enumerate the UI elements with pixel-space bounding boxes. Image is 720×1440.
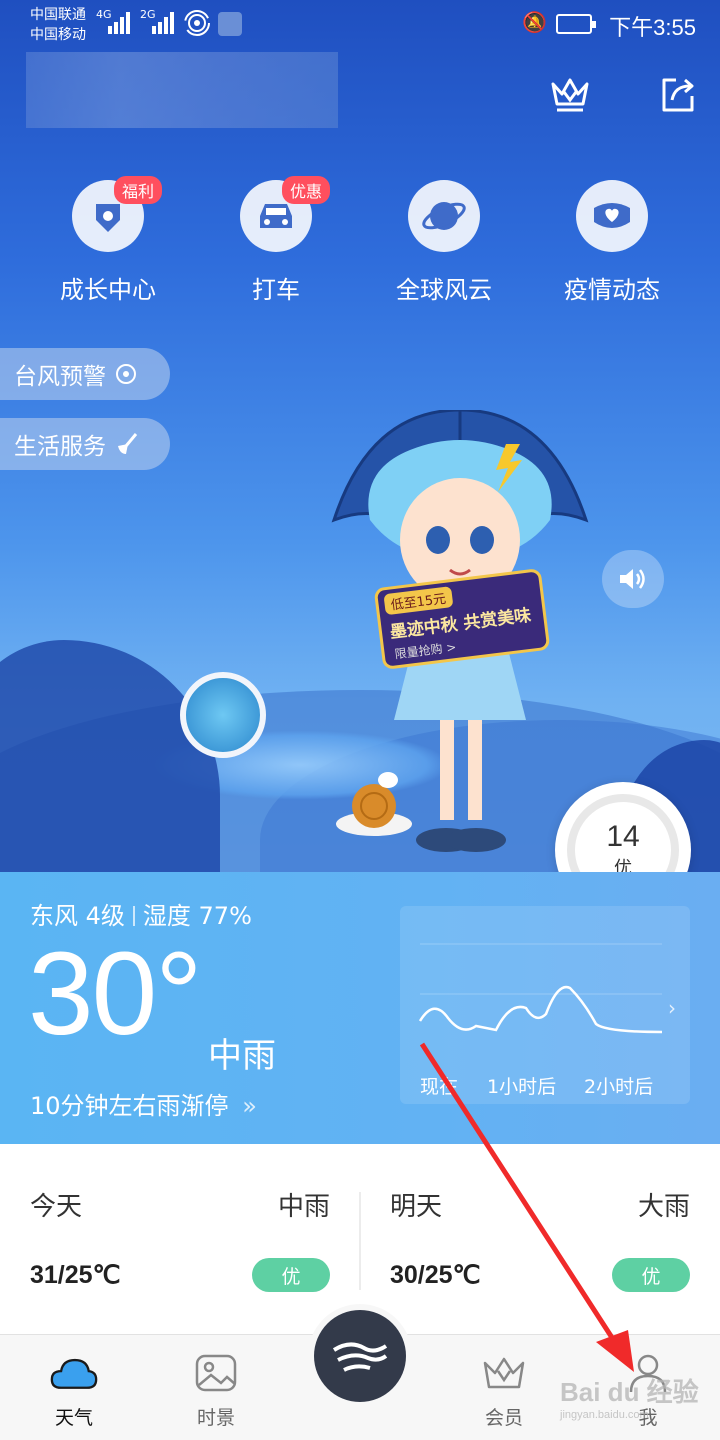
promo-badge: 福利 bbox=[114, 176, 163, 204]
promo-cta: 限量抢购 > bbox=[393, 639, 458, 662]
broom-icon bbox=[118, 433, 138, 454]
mute-icon: 🔕 bbox=[522, 10, 547, 34]
speaker-icon bbox=[620, 569, 645, 589]
signal-icon bbox=[152, 12, 174, 34]
forecast-condition: 大雨 bbox=[637, 1192, 690, 1222]
rain-curve bbox=[418, 943, 663, 1034]
feature-label: 打车 bbox=[252, 276, 300, 304]
time-label: 2小时后 bbox=[584, 1076, 654, 1098]
tab-weather[interactable]: 天气 bbox=[24, 1349, 124, 1430]
share-icon[interactable] bbox=[656, 72, 700, 116]
status-bar: 中国联通 中国移动 4G 2G 🔕 下午3:55 bbox=[0, 0, 720, 50]
hotspot-icon bbox=[184, 10, 210, 36]
typhoon-warning-pill[interactable]: 台风预警 bbox=[0, 348, 170, 400]
forecast-tomorrow[interactable]: 明天 大雨 30/25℃ 优 bbox=[360, 1146, 720, 1332]
current-temperature: 30° bbox=[28, 928, 202, 1060]
chevron-right-icon: › bbox=[668, 996, 676, 1020]
clock: 下午3:55 bbox=[609, 15, 696, 40]
promo-badge: 优惠 bbox=[282, 176, 331, 204]
location-title-blurred[interactable] bbox=[26, 52, 338, 128]
fan-decoration bbox=[180, 672, 266, 758]
watermark-url: jingyan.baidu.com bbox=[560, 1409, 649, 1421]
pill-label: 台风预警 bbox=[14, 364, 106, 390]
hint-text: 10分钟左右雨渐停 bbox=[30, 1092, 229, 1120]
time-label: 现在 bbox=[420, 1076, 459, 1098]
tab-label: 时景 bbox=[196, 1407, 235, 1429]
double-chevron-right-icon: » bbox=[242, 1092, 257, 1120]
feature-label: 全球风云 bbox=[396, 276, 492, 304]
tab-label: 天气 bbox=[54, 1407, 93, 1429]
forecast-day: 明天 bbox=[390, 1192, 443, 1222]
feature-label: 疫情动态 bbox=[564, 276, 660, 304]
crown-icon bbox=[480, 1349, 528, 1397]
feature-epidemic[interactable]: 疫情动态 bbox=[537, 180, 687, 305]
current-condition: 中雨 bbox=[208, 1036, 276, 1076]
current-weather-panel[interactable]: 东风 4级 湿度 77% 30° 中雨 10分钟左右雨渐停 » › 现在 1小时后… bbox=[0, 872, 720, 1144]
tab-scenery[interactable]: 时景 bbox=[166, 1349, 266, 1430]
time-label: 1小时后 bbox=[487, 1076, 557, 1098]
feature-taxi[interactable]: 优惠 打车 bbox=[201, 176, 351, 305]
rain-forecast-hint[interactable]: 10分钟左右雨渐停 » bbox=[30, 1086, 257, 1121]
tab-label: 会员 bbox=[484, 1407, 523, 1429]
wind-cloud-icon bbox=[314, 1310, 406, 1402]
forecast-day: 今天 bbox=[30, 1192, 83, 1222]
forecast-condition: 中雨 bbox=[277, 1192, 330, 1222]
center-action-button[interactable] bbox=[308, 1304, 412, 1408]
forecast-temp-range: 30/25℃ bbox=[390, 1261, 481, 1289]
forecast-today[interactable]: 今天 中雨 31/25℃ 优 bbox=[0, 1146, 360, 1332]
car-icon: 优惠 bbox=[240, 176, 331, 252]
tab-membership[interactable]: 会员 bbox=[454, 1349, 554, 1430]
carrier-info: 中国联通 中国移动 bbox=[30, 4, 86, 44]
shield-star-icon: 福利 bbox=[72, 176, 163, 252]
baidu-watermark: Bai du 经验 jingyan.baidu.com bbox=[560, 1372, 699, 1421]
air-quality-badge: 优 bbox=[612, 1258, 690, 1292]
carrier-name: 中国联通 bbox=[30, 6, 86, 22]
app-notification-icon bbox=[218, 12, 242, 36]
signal-icon bbox=[108, 12, 130, 34]
forecast-temp-range: 31/25℃ bbox=[30, 1261, 121, 1289]
carrier-name: 中国移动 bbox=[30, 26, 86, 42]
speaker-button[interactable] bbox=[602, 550, 664, 608]
crown-icon[interactable] bbox=[548, 72, 592, 116]
mask-icon bbox=[576, 180, 648, 252]
watermark-text: Bai du 经验 bbox=[560, 1377, 699, 1407]
precipitation-chart[interactable]: › 现在 1小时后 2小时后 bbox=[400, 906, 690, 1104]
pill-label: 生活服务 bbox=[14, 434, 106, 460]
feature-growth-center[interactable]: 福利 成长中心 bbox=[33, 176, 183, 305]
air-quality-badge: 优 bbox=[252, 1258, 330, 1292]
mooncake-decoration bbox=[336, 772, 412, 836]
typhoon-icon bbox=[116, 364, 136, 384]
feature-label: 成长中心 bbox=[60, 276, 156, 304]
battery-icon bbox=[556, 14, 596, 34]
feature-global-weather[interactable]: 全球风云 bbox=[369, 180, 519, 305]
cloud-icon bbox=[50, 1349, 98, 1397]
aqi-value: 14 bbox=[606, 820, 640, 853]
life-service-pill[interactable]: 生活服务 bbox=[0, 418, 170, 470]
decorative-plant bbox=[0, 640, 220, 875]
planet-icon bbox=[408, 180, 480, 252]
photo-icon bbox=[192, 1349, 240, 1397]
